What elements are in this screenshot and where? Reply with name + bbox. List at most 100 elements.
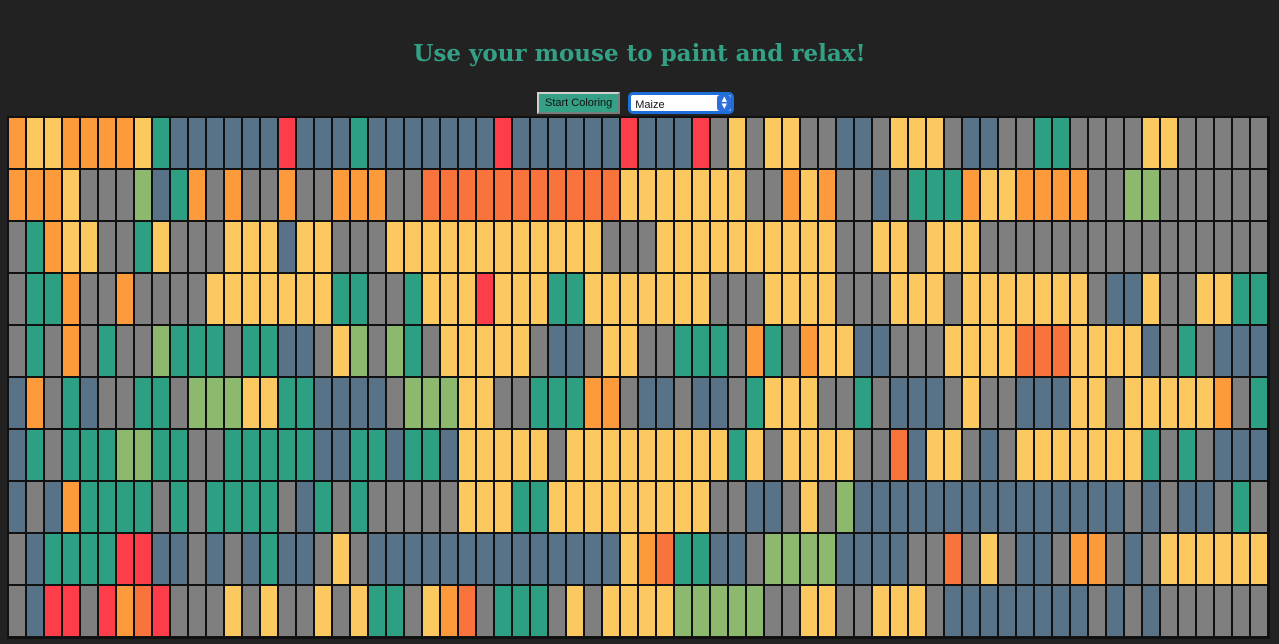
grid-cell[interactable] (729, 118, 745, 168)
grid-cell[interactable] (513, 170, 529, 220)
grid-cell[interactable] (297, 170, 313, 220)
grid-cell[interactable] (423, 586, 439, 636)
grid-cell[interactable] (1161, 534, 1177, 584)
grid-cell[interactable] (441, 326, 457, 376)
grid-cell[interactable] (891, 586, 907, 636)
grid-cell[interactable] (855, 430, 871, 480)
grid-cell[interactable] (279, 118, 295, 168)
grid-cell[interactable] (63, 118, 79, 168)
grid-cell[interactable] (927, 378, 943, 428)
grid-cell[interactable] (135, 118, 151, 168)
grid-cell[interactable] (189, 482, 205, 532)
grid-cell[interactable] (927, 534, 943, 584)
grid-cell[interactable] (153, 170, 169, 220)
grid-cell[interactable] (405, 170, 421, 220)
grid-cell[interactable] (1017, 482, 1033, 532)
grid-cell[interactable] (837, 170, 853, 220)
grid-cell[interactable] (243, 586, 259, 636)
grid-cell[interactable] (639, 534, 655, 584)
grid-cell[interactable] (1035, 586, 1051, 636)
grid-cell[interactable] (441, 118, 457, 168)
grid-cell[interactable] (333, 118, 349, 168)
grid-cell[interactable] (261, 482, 277, 532)
grid-cell[interactable] (999, 482, 1015, 532)
grid-cell[interactable] (1107, 118, 1123, 168)
color-select-input[interactable]: Maize (631, 97, 732, 113)
grid-cell[interactable] (585, 118, 601, 168)
grid-cell[interactable] (549, 326, 565, 376)
grid-cell[interactable] (729, 586, 745, 636)
grid-cell[interactable] (711, 326, 727, 376)
grid-cell[interactable] (1017, 222, 1033, 272)
grid-cell[interactable] (981, 222, 997, 272)
grid-cell[interactable] (855, 118, 871, 168)
grid-cell[interactable] (297, 534, 313, 584)
grid-cell[interactable] (567, 586, 583, 636)
grid-cell[interactable] (369, 170, 385, 220)
grid-cell[interactable] (657, 586, 673, 636)
grid-cell[interactable] (189, 222, 205, 272)
grid-cell[interactable] (1107, 274, 1123, 324)
grid-cell[interactable] (27, 118, 43, 168)
grid-cell[interactable] (369, 534, 385, 584)
grid-cell[interactable] (1179, 586, 1195, 636)
grid-cell[interactable] (135, 534, 151, 584)
grid-cell[interactable] (1233, 430, 1249, 480)
grid-cell[interactable] (927, 274, 943, 324)
grid-cell[interactable] (513, 378, 529, 428)
grid-cell[interactable] (1233, 118, 1249, 168)
grid-cell[interactable] (675, 118, 691, 168)
grid-cell[interactable] (783, 118, 799, 168)
grid-cell[interactable] (531, 482, 547, 532)
grid-cell[interactable] (1251, 430, 1267, 480)
grid-cell[interactable] (405, 274, 421, 324)
grid-cell[interactable] (279, 586, 295, 636)
grid-cell[interactable] (1179, 118, 1195, 168)
grid-cell[interactable] (1089, 274, 1105, 324)
grid-cell[interactable] (1053, 222, 1069, 272)
grid-cell[interactable] (171, 170, 187, 220)
grid-cell[interactable] (423, 118, 439, 168)
grid-cell[interactable] (1053, 586, 1069, 636)
grid-cell[interactable] (981, 326, 997, 376)
grid-cell[interactable] (387, 118, 403, 168)
grid-cell[interactable] (693, 430, 709, 480)
grid-cell[interactable] (117, 378, 133, 428)
grid-cell[interactable] (99, 170, 115, 220)
grid-cell[interactable] (297, 378, 313, 428)
grid-cell[interactable] (549, 170, 565, 220)
grid-cell[interactable] (999, 170, 1015, 220)
grid-cell[interactable] (405, 482, 421, 532)
grid-cell[interactable] (495, 534, 511, 584)
grid-cell[interactable] (1017, 326, 1033, 376)
grid-cell[interactable] (423, 170, 439, 220)
grid-cell[interactable] (495, 326, 511, 376)
grid-cell[interactable] (315, 326, 331, 376)
grid-cell[interactable] (99, 222, 115, 272)
grid-cell[interactable] (45, 222, 61, 272)
grid-cell[interactable] (765, 482, 781, 532)
grid-cell[interactable] (495, 222, 511, 272)
grid-cell[interactable] (99, 482, 115, 532)
grid-cell[interactable] (135, 222, 151, 272)
grid-cell[interactable] (999, 378, 1015, 428)
grid-cell[interactable] (999, 586, 1015, 636)
grid-cell[interactable] (153, 326, 169, 376)
grid-cell[interactable] (9, 222, 25, 272)
grid-cell[interactable] (765, 222, 781, 272)
grid-cell[interactable] (1143, 534, 1159, 584)
grid-cell[interactable] (603, 430, 619, 480)
grid-cell[interactable] (279, 482, 295, 532)
grid-cell[interactable] (801, 222, 817, 272)
grid-cell[interactable] (585, 586, 601, 636)
grid-cell[interactable] (531, 222, 547, 272)
grid-cell[interactable] (765, 586, 781, 636)
grid-cell[interactable] (1071, 482, 1087, 532)
grid-cell[interactable] (855, 378, 871, 428)
grid-cell[interactable] (1035, 222, 1051, 272)
grid-cell[interactable] (585, 430, 601, 480)
grid-cell[interactable] (45, 482, 61, 532)
grid-cell[interactable] (315, 118, 331, 168)
grid-cell[interactable] (387, 378, 403, 428)
grid-cell[interactable] (1179, 274, 1195, 324)
